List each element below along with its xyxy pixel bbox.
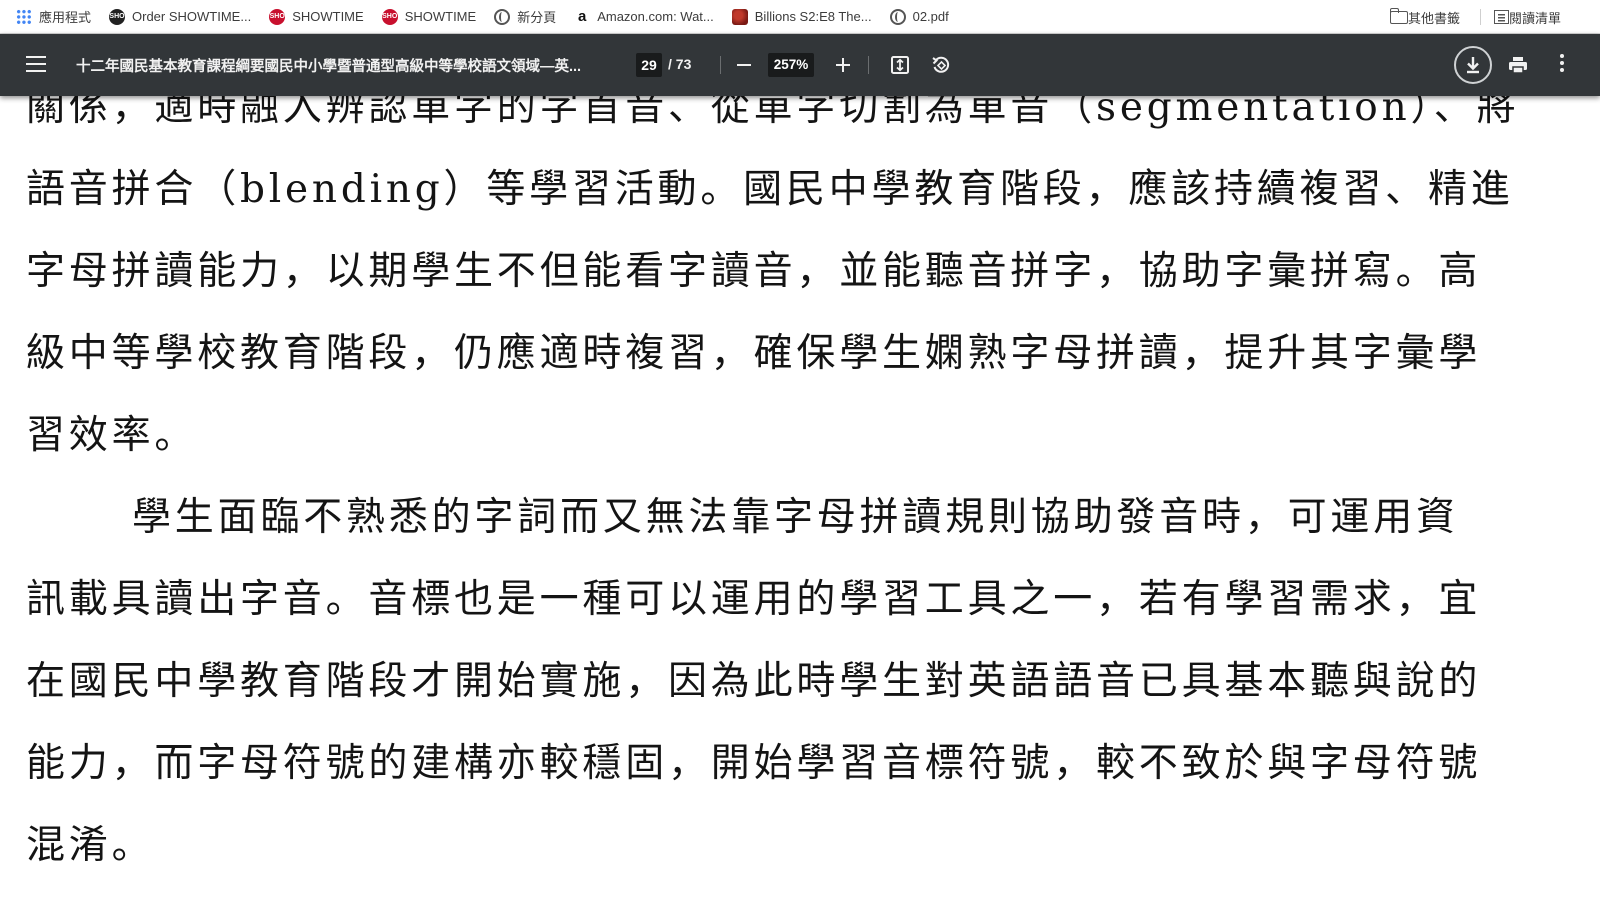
other-bookmarks-button[interactable]: 其他書籤	[1389, 0, 1461, 34]
bookmark-label: 02.pdf	[912, 9, 949, 24]
more-options-icon[interactable]	[1560, 54, 1564, 74]
doc-line-indented: 學生面臨不熟悉的字詞而又無法靠字母拼讀規則協助發音時，可運用資	[132, 495, 1459, 540]
globe-icon	[494, 8, 511, 25]
bookmark-label: Amazon.com: Wat...	[597, 9, 714, 24]
bookmark-order-showtime[interactable]: SHO Order SHOWTIME...	[99, 0, 259, 34]
zoom-in-button[interactable]	[836, 58, 850, 72]
bookmark-02-pdf[interactable]: 02.pdf	[880, 0, 957, 34]
doc-line: 混淆。	[26, 823, 155, 868]
bookmark-label: 新分頁	[517, 10, 557, 25]
showtime-icon: SHO	[381, 8, 398, 25]
fit-to-page-icon[interactable]	[891, 56, 909, 74]
print-icon[interactable]	[1508, 55, 1528, 75]
reading-list-label: 閱讀清單	[1509, 10, 1562, 26]
doc-line: 訊載具讀出字音。音標也是一種可以運用的學習工具之一，若有學習需求，宜	[26, 577, 1482, 622]
bookmark-label: Billions S2:E8 The...	[754, 9, 872, 24]
bookmark-label: SHOWTIME	[404, 9, 477, 24]
showtime-icon: SHO	[269, 8, 286, 25]
bookmarks-bar: 應用程式 SHO Order SHOWTIME... SHO SHOWTIME …	[0, 0, 1600, 34]
pdf-page: 關係，適時融入辨認單字的字首音、從單字切割為單音（segmentation）、將…	[0, 96, 1600, 900]
bookmark-amazon[interactable]: a Amazon.com: Wat...	[564, 0, 722, 34]
zoom-out-button[interactable]	[737, 64, 751, 66]
toolbar-divider	[720, 56, 721, 74]
folder-icon	[1389, 7, 1408, 24]
bookmark-new-tab[interactable]: 新分頁	[484, 0, 564, 34]
rotate-icon[interactable]	[931, 55, 951, 75]
page-number-input[interactable]: 29	[636, 53, 662, 77]
doc-line: 級中等學校教育階段，仍應適時複習，確保學生嫻熟字母拼讀，提升其字彙學	[26, 331, 1482, 376]
toolbar-divider	[868, 56, 869, 74]
bookmarks-divider	[1480, 9, 1481, 25]
bookmark-apps[interactable]: 應用程式	[0, 0, 99, 34]
download-icon[interactable]	[1454, 46, 1492, 84]
doc-line: 字母拼讀能力，以期學生不但能看字讀音，並能聽音拼字，協助字彙拼寫。高	[26, 249, 1482, 294]
bookmark-billions[interactable]: Billions S2:E8 The...	[722, 0, 880, 34]
reading-list-icon	[1494, 10, 1509, 24]
reading-list-button[interactable]: 閱讀清單	[1494, 0, 1561, 34]
doc-line: 在國民中學教育階段才開始實施，因為此時學生對英語語音已具基本聽與說的	[26, 659, 1482, 704]
bookmark-showtime-1[interactable]: SHO SHOWTIME	[259, 0, 372, 34]
pdf-toolbar: 十二年國民基本教育課程綱要國民中小學暨普通型高級中等學校語文領域—英... 29…	[0, 34, 1600, 96]
doc-line: 習效率。	[26, 413, 198, 458]
page-total: / 73	[668, 56, 692, 72]
bookmark-label: Order SHOWTIME...	[132, 9, 252, 24]
showtime-icon: SHO	[109, 8, 126, 25]
amazon-icon: a	[578, 8, 587, 25]
doc-line: 語音拼合（blending）等學習活動。國民中學教育階段，應該持續複習、精進	[26, 167, 1514, 212]
bookmark-label: 應用程式	[39, 10, 92, 25]
document-title: 十二年國民基本教育課程綱要國民中小學暨普通型高級中等學校語文領域—英...	[76, 59, 582, 75]
globe-icon	[889, 8, 906, 25]
zoom-input[interactable]: 257%	[768, 53, 814, 77]
doc-line: 關係，適時融入辨認單字的字首音、從單字切割為單音（segmentation）、將	[26, 96, 1520, 130]
doc-line: 能力，而字母符號的建構亦較穩固，開始學習音標符號，較不致於與字母符號	[26, 741, 1482, 786]
other-bookmarks-label: 其他書籤	[1408, 10, 1461, 26]
menu-icon[interactable]	[26, 56, 46, 72]
bookmark-label: SHOWTIME	[292, 9, 364, 24]
apps-icon	[16, 8, 32, 25]
bookmark-showtime-2[interactable]: SHO SHOWTIME	[372, 0, 485, 34]
billions-icon	[731, 8, 748, 25]
